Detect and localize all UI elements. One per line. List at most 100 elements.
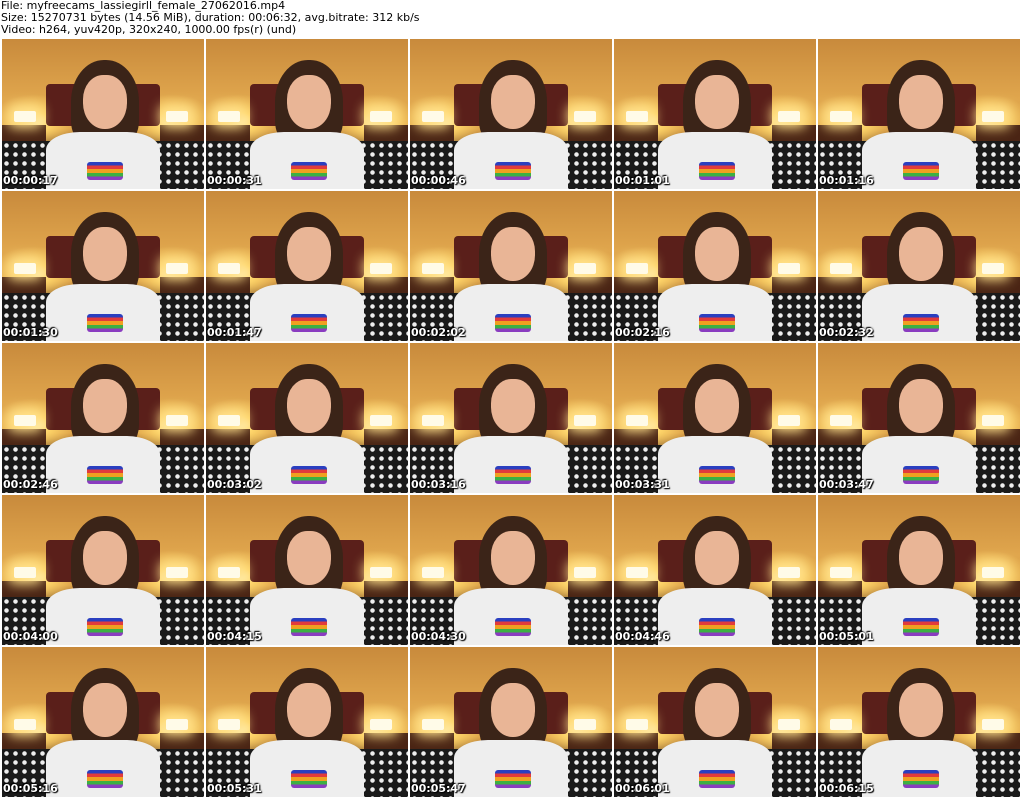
lamp [777, 263, 800, 274]
lamp [165, 567, 188, 578]
rainbow-print [290, 618, 328, 636]
white-shirt [250, 284, 364, 341]
white-shirt [658, 588, 772, 645]
rainbow-print [902, 618, 940, 636]
timestamp-label: 00:03:16 [411, 478, 466, 491]
video-frame-thumbnail: 00:03:47 [818, 343, 1020, 493]
rainbow-print [86, 466, 124, 484]
white-shirt [46, 740, 160, 797]
rainbow-print [290, 466, 328, 484]
rainbow-print [290, 314, 328, 332]
face [898, 379, 944, 433]
lamp [830, 415, 853, 426]
lamp [369, 415, 392, 426]
white-shirt [862, 284, 976, 341]
lamp [777, 567, 800, 578]
video-frame-thumbnail: 00:05:01 [818, 495, 1020, 645]
timestamp-label: 00:03:31 [615, 478, 670, 491]
rainbow-print [494, 618, 532, 636]
video-frame-thumbnail: 00:05:31 [206, 647, 408, 797]
white-shirt [862, 740, 976, 797]
lamp [165, 263, 188, 274]
lamp [218, 415, 241, 426]
face [82, 227, 128, 281]
lamp [369, 263, 392, 274]
white-shirt [658, 132, 772, 189]
face [898, 683, 944, 737]
lamp [218, 567, 241, 578]
timestamp-label: 00:05:47 [411, 782, 466, 795]
timestamp-label: 00:03:02 [207, 478, 262, 491]
lamp [981, 719, 1004, 730]
lamp [777, 111, 800, 122]
timestamp-label: 00:02:16 [615, 326, 670, 339]
white-shirt [454, 740, 568, 797]
white-shirt [46, 588, 160, 645]
lamp [422, 263, 445, 274]
face [286, 75, 332, 129]
timestamp-label: 00:01:30 [3, 326, 58, 339]
video-frame-thumbnail: 00:01:30 [2, 191, 204, 341]
lamp [573, 567, 596, 578]
lamp [573, 415, 596, 426]
video-frame-thumbnail: 00:02:46 [2, 343, 204, 493]
lamp [981, 111, 1004, 122]
video-frame-thumbnail: 00:04:46 [614, 495, 816, 645]
lamp [218, 111, 241, 122]
video-line: Video: h264, yuv420p, 320x240, 1000.00 f… [1, 23, 297, 36]
white-shirt [454, 436, 568, 493]
video-frame-thumbnail: 00:03:31 [614, 343, 816, 493]
video-frame-thumbnail: 00:01:47 [206, 191, 408, 341]
white-shirt [862, 588, 976, 645]
rainbow-print [698, 770, 736, 788]
lamp [626, 567, 649, 578]
face [490, 227, 536, 281]
timestamp-label: 00:02:02 [411, 326, 466, 339]
lamp [14, 263, 37, 274]
rainbow-print [290, 770, 328, 788]
timestamp-label: 00:03:47 [819, 478, 874, 491]
white-shirt [250, 132, 364, 189]
rainbow-print [86, 314, 124, 332]
timestamp-label: 00:00:17 [3, 174, 58, 187]
video-frame-thumbnail: 00:02:02 [410, 191, 612, 341]
lamp [14, 719, 37, 730]
lamp [369, 567, 392, 578]
face [286, 531, 332, 585]
lamp [981, 415, 1004, 426]
face [82, 75, 128, 129]
lamp [573, 719, 596, 730]
timestamp-label: 00:00:31 [207, 174, 262, 187]
white-shirt [862, 436, 976, 493]
lamp [165, 415, 188, 426]
face [898, 227, 944, 281]
face [82, 531, 128, 585]
video-frame-thumbnail: 00:00:31 [206, 39, 408, 189]
video-frame-thumbnail: 00:04:15 [206, 495, 408, 645]
timestamp-label: 00:05:16 [3, 782, 58, 795]
face [82, 683, 128, 737]
lamp [422, 415, 445, 426]
rainbow-print [902, 770, 940, 788]
rainbow-print [494, 314, 532, 332]
timestamp-label: 00:04:46 [615, 630, 670, 643]
face [694, 75, 740, 129]
lamp [14, 415, 37, 426]
face [286, 379, 332, 433]
timestamp-label: 00:06:01 [615, 782, 670, 795]
rainbow-print [290, 162, 328, 180]
face [286, 227, 332, 281]
rainbow-print [698, 466, 736, 484]
white-shirt [862, 132, 976, 189]
rainbow-print [698, 314, 736, 332]
white-shirt [454, 132, 568, 189]
video-frame-thumbnail: 00:04:00 [2, 495, 204, 645]
video-info-header: File: myfreecams_lassiegirll_female_2706… [0, 0, 1024, 38]
video-frame-thumbnail: 00:03:02 [206, 343, 408, 493]
white-shirt [250, 588, 364, 645]
video-frame-thumbnail: 00:00:46 [410, 39, 612, 189]
face [694, 683, 740, 737]
lamp [626, 111, 649, 122]
face [490, 683, 536, 737]
white-shirt [454, 588, 568, 645]
